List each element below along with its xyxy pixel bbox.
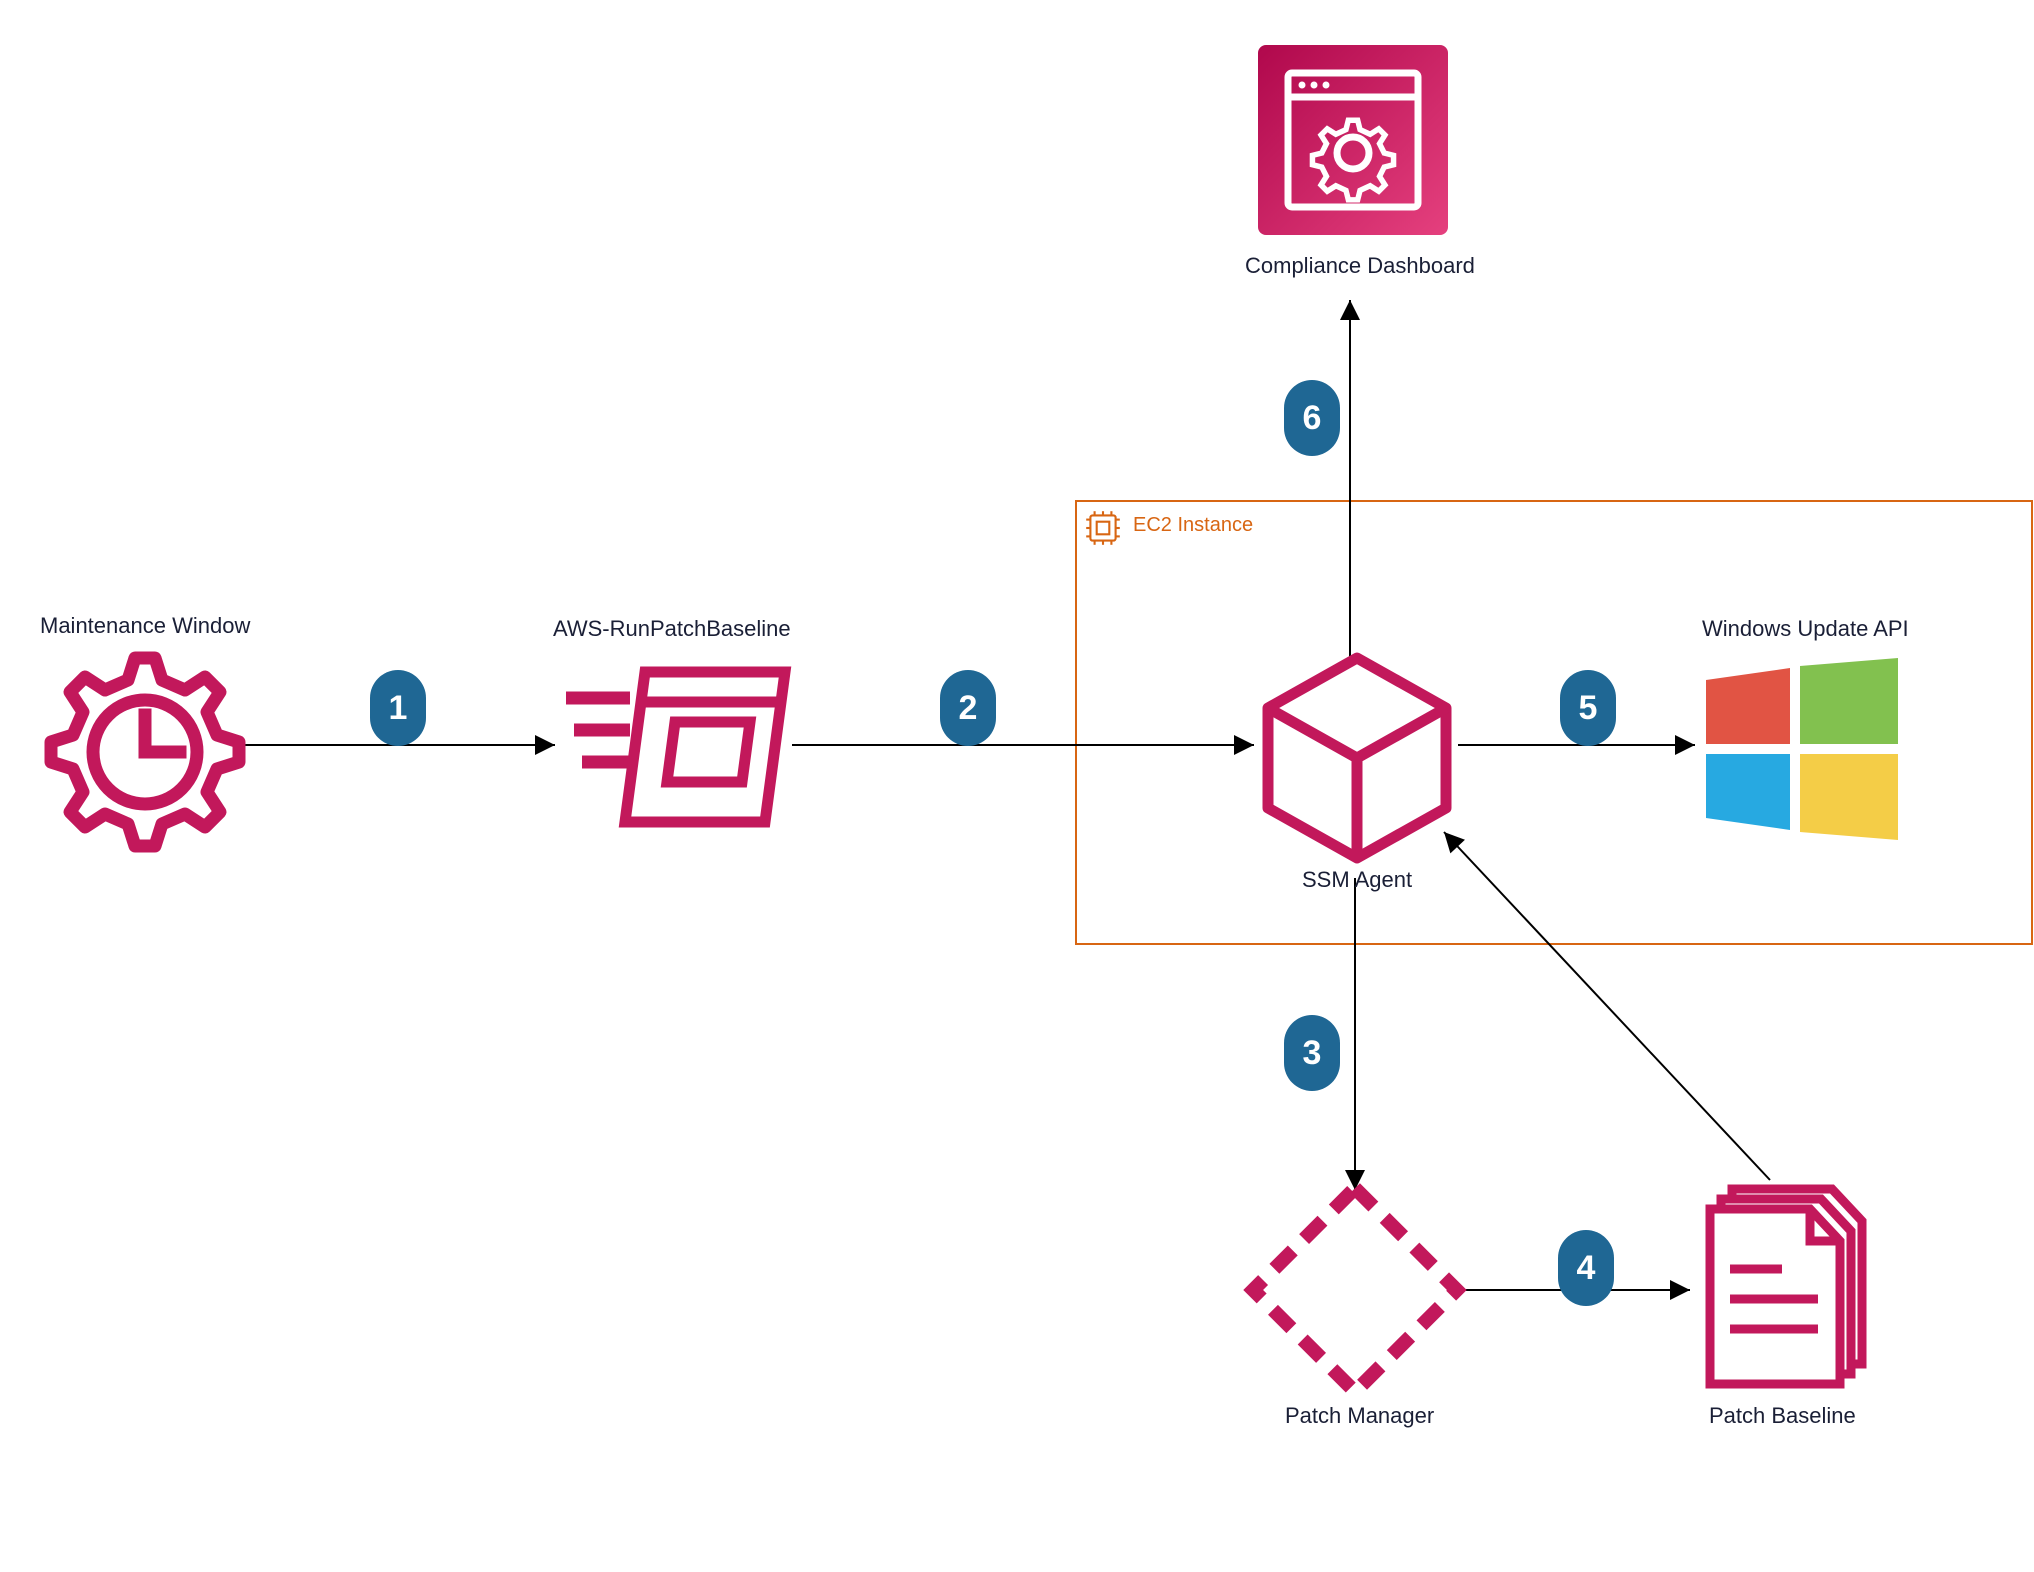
windows-update-api-icon bbox=[1706, 658, 1898, 840]
maintenance-window-icon bbox=[51, 658, 239, 846]
compliance-dashboard-icon bbox=[1258, 45, 1448, 235]
ssm-agent-icon bbox=[1268, 658, 1446, 858]
patch-baseline-label: Patch Baseline bbox=[1709, 1403, 1856, 1429]
diagram-canvas bbox=[0, 0, 2034, 1572]
step-badge-1: 1 bbox=[370, 670, 426, 746]
windows-update-api-label: Windows Update API bbox=[1702, 616, 1909, 642]
step-badge-6: 6 bbox=[1284, 380, 1340, 456]
maintenance-window-label: Maintenance Window bbox=[40, 613, 250, 639]
ssm-agent-label: SSM Agent bbox=[1302, 867, 1412, 893]
run-patch-baseline-icon bbox=[566, 672, 785, 822]
compliance-dashboard-label: Compliance Dashboard bbox=[1245, 253, 1475, 279]
step-badge-2: 2 bbox=[940, 670, 996, 746]
patch-manager-label: Patch Manager bbox=[1285, 1403, 1434, 1429]
run-patch-baseline-label: AWS-RunPatchBaseline bbox=[553, 616, 791, 642]
step-badge-5: 5 bbox=[1560, 670, 1616, 746]
patch-manager-icon bbox=[1253, 1188, 1457, 1392]
step-badge-4: 4 bbox=[1558, 1230, 1614, 1306]
patch-baseline-icon bbox=[1710, 1189, 1862, 1384]
step-badge-3: 3 bbox=[1284, 1015, 1340, 1091]
